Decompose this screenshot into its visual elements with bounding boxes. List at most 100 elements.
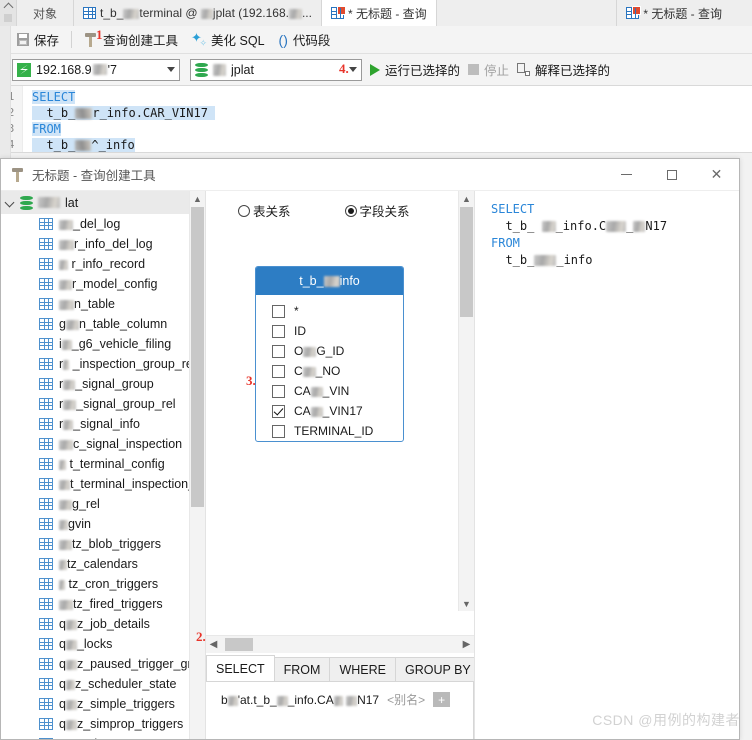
select-tab[interactable]: SELECT: [206, 655, 275, 681]
scroll-left-icon[interactable]: ◀: [206, 639, 221, 650]
tree-item[interactable]: tz_cron_triggers: [1, 574, 205, 594]
field-row-id[interactable]: ID: [256, 321, 403, 341]
run-selected-button[interactable]: 运行已选择的: [370, 60, 460, 79]
snippet-button[interactable]: () 代码段: [272, 28, 338, 51]
field-checkbox[interactable]: [272, 424, 285, 438]
host-select[interactable]: 192.168.9'7: [12, 58, 180, 81]
tree-item[interactable]: r _signal_info: [1, 414, 205, 434]
tab-strip-scroll-handle[interactable]: [0, 0, 17, 26]
field-checkbox[interactable]: [272, 324, 285, 338]
tree-item[interactable]: tz_blob_triggers: [1, 534, 205, 554]
scroll-down-icon[interactable]: ▼: [459, 596, 474, 611]
tree-item[interactable]: _del_log: [1, 214, 205, 234]
query-builder-button[interactable]: 查询创建工具: [77, 28, 185, 51]
close-button[interactable]: ✕: [694, 159, 739, 190]
scroll-right-icon[interactable]: ▶: [459, 639, 474, 650]
field-row-all[interactable]: *: [256, 301, 403, 321]
field-label: *: [294, 304, 299, 318]
tab-objects-label: 对象: [33, 6, 58, 21]
chevron-down-icon[interactable]: [5, 198, 15, 208]
tree-item[interactable]: i _g6_vehicle_filing: [1, 334, 205, 354]
sql-editor[interactable]: 1 SELECT 2 t_b_ r_info.CAR_VIN17 3 FROM 4…: [0, 86, 752, 153]
tree-item[interactable]: q z_simprop_triggers: [1, 714, 205, 734]
tree-item[interactable]: gvin: [1, 514, 205, 534]
canvas-hscroll-thumb[interactable]: [225, 638, 253, 651]
tree-item[interactable]: n_table: [1, 294, 205, 314]
tree-item[interactable]: qrtz_triggers: [1, 734, 205, 739]
scroll-up-icon[interactable]: ▲: [190, 191, 205, 206]
tree-item[interactable]: r_info_del_log: [1, 234, 205, 254]
tab-query-second[interactable]: * 无标题 - 查询: [616, 0, 752, 26]
explain-selected-button[interactable]: 解释已选择的: [517, 60, 610, 79]
tree-item[interactable]: r _signal_group_rel: [1, 394, 205, 414]
annotation-4: 4.: [339, 61, 349, 76]
tree-item[interactable]: q z_simple_triggers: [1, 694, 205, 714]
tree-item-label: q _locks: [59, 637, 113, 651]
tree-item[interactable]: r_info_record: [1, 254, 205, 274]
table-icon: [39, 378, 53, 390]
table-entity-box[interactable]: t_b_ info * ID O G_ID C _NO CA _VIN CA _VIN17…: [255, 266, 404, 442]
maximize-button[interactable]: [649, 159, 694, 190]
radio-button[interactable]: [238, 204, 250, 217]
stop-button[interactable]: 停止: [468, 60, 509, 79]
beautify-sql-button[interactable]: 美化 SQL: [185, 28, 272, 51]
annotation-2: 2.: [196, 629, 206, 644]
table-entity-title[interactable]: t_b_ info: [256, 267, 403, 295]
tree-item-label: g n_table_column: [59, 317, 168, 331]
add-select-item-button[interactable]: +: [433, 692, 451, 707]
tree-item[interactable]: g_rel: [1, 494, 205, 514]
group-by-tab[interactable]: GROUP BY: [394, 657, 474, 681]
tree-item[interactable]: q z_paused_trigger_grps: [1, 654, 205, 674]
tree-item[interactable]: g n_table_column: [1, 314, 205, 334]
tree-root-row[interactable]: lat: [1, 191, 205, 214]
canvas-vertical-scrollbar[interactable]: ▲ ▼: [458, 191, 474, 611]
database-select[interactable]: jplat: [190, 58, 362, 81]
tree-item[interactable]: r_model_config: [1, 274, 205, 294]
tree-item[interactable]: r _inspection_group_rel: [1, 354, 205, 374]
radio-table-relation[interactable]: 表关系: [238, 201, 291, 220]
table-icon: [39, 738, 53, 739]
tab-query-active[interactable]: * 无标题 - 查询: [321, 0, 437, 26]
where-tab[interactable]: WHERE: [329, 657, 396, 681]
field-checkbox[interactable]: [272, 384, 285, 398]
tree-item[interactable]: c_signal_inspection: [1, 434, 205, 454]
tab-objects[interactable]: 对象: [17, 0, 75, 26]
canvas-horizontal-scrollbar[interactable]: ◀ ▶: [206, 635, 474, 653]
tree-item[interactable]: t_terminal_config: [1, 454, 205, 474]
radio-button-selected[interactable]: [344, 204, 357, 217]
tree-item[interactable]: tz_fired_triggers: [1, 594, 205, 614]
from-tab[interactable]: FROM: [273, 657, 331, 681]
alias-placeholder[interactable]: <别名>: [387, 691, 425, 708]
select-expression-row[interactable]: b'at.t_b_ _info.CA N17 <别名> +: [206, 682, 473, 708]
table-icon: [39, 618, 53, 630]
car-vin17-checkbox[interactable]: [272, 404, 285, 418]
tree-item[interactable]: r _signal_group: [1, 374, 205, 394]
tree-item[interactable]: q _locks: [1, 634, 205, 654]
table-icon: [39, 558, 53, 570]
field-row-car-vin[interactable]: CA _VIN: [256, 381, 403, 401]
tree-item[interactable]: t_terminal_inspection_r: [1, 474, 205, 494]
tree-item-label: r_model_config: [59, 277, 157, 291]
field-checkbox[interactable]: [272, 364, 285, 378]
field-checkbox[interactable]: [272, 344, 285, 358]
tree-vertical-scrollbar[interactable]: ▲: [189, 191, 205, 739]
field-row-terminal-id[interactable]: TERMINAL_ID: [256, 421, 403, 441]
radio-field-relation[interactable]: 字段关系: [344, 201, 410, 220]
minimize-button[interactable]: [604, 159, 649, 190]
field-row-org-id[interactable]: O G_ID: [256, 341, 403, 361]
save-button[interactable]: 保存: [10, 28, 66, 51]
tree-scroll-thumb[interactable]: [191, 207, 204, 507]
canvas-scroll-thumb[interactable]: [460, 207, 473, 317]
table-icon: [39, 438, 53, 450]
scroll-up-icon[interactable]: ▲: [459, 191, 474, 206]
table-icon: [39, 298, 53, 310]
tree-item[interactable]: q z_scheduler_state: [1, 674, 205, 694]
tree-item[interactable]: q z_job_details: [1, 614, 205, 634]
field-row-car-vin17[interactable]: CA _VIN17: [256, 401, 403, 421]
tree-item-label: t_terminal_config: [59, 457, 165, 471]
diagram-panel: 表关系 字段关系 t_b_ info * ID O G_ID C _NO CA …: [206, 191, 475, 739]
tab-terminal-table[interactable]: t_b_ terminal @ jplat (192.168....: [74, 0, 322, 26]
tree-item[interactable]: tz_calendars: [1, 554, 205, 574]
field-checkbox[interactable]: [272, 304, 285, 318]
field-row-car-no[interactable]: C _NO: [256, 361, 403, 381]
